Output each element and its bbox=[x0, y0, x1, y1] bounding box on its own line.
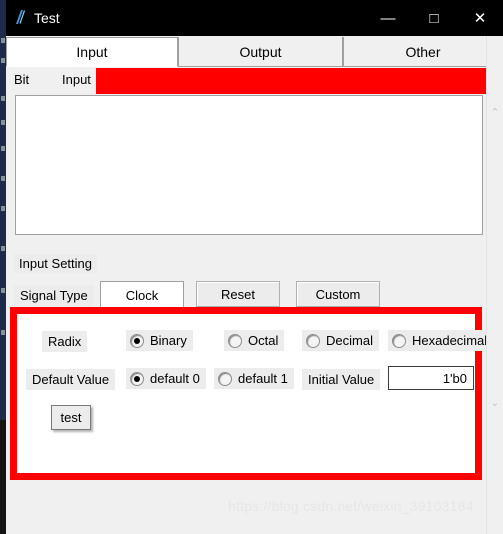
radio-radix-octal[interactable]: Octal bbox=[224, 330, 285, 351]
tab-bar: Input Output Other bbox=[6, 36, 503, 68]
initial-value-label: Initial Value bbox=[302, 369, 381, 390]
watermark-text: https://blog.csdn.net/weixin_39103184 bbox=[228, 498, 474, 514]
column-header-input: Input bbox=[62, 72, 91, 87]
background-icon bbox=[1, 206, 5, 211]
feather-icon bbox=[12, 9, 28, 27]
tab-other[interactable]: Other bbox=[343, 37, 503, 67]
radio-icon bbox=[130, 333, 144, 348]
background-icon bbox=[1, 58, 5, 63]
background-icon bbox=[1, 120, 5, 125]
radio-label: Binary bbox=[150, 333, 187, 348]
background-icon bbox=[1, 96, 5, 101]
signal-type-reset[interactable]: Reset bbox=[196, 281, 280, 307]
default-value-label: Default Value bbox=[26, 369, 116, 390]
tab-output[interactable]: Output bbox=[178, 37, 343, 67]
test-button[interactable]: test bbox=[51, 405, 91, 430]
radio-radix-decimal[interactable]: Decimal bbox=[302, 330, 379, 351]
signal-type-clock[interactable]: Clock bbox=[100, 281, 184, 308]
radio-default-1[interactable]: default 1 bbox=[214, 368, 294, 389]
background-icon bbox=[1, 330, 5, 335]
signal-type-label: Signal Type bbox=[14, 285, 94, 306]
radio-radix-hexadecimal[interactable]: Hexadecimal bbox=[388, 330, 494, 351]
background-icon bbox=[1, 246, 5, 251]
input-setting-title: Input Setting bbox=[14, 254, 97, 273]
input-tab-panel: Bit Input Input Setting Signal Type Cloc… bbox=[6, 68, 503, 534]
background-icon bbox=[1, 146, 5, 151]
background-icon bbox=[1, 38, 5, 43]
close-button[interactable]: ✕ bbox=[457, 0, 503, 36]
radio-icon bbox=[306, 333, 320, 348]
radio-default-0[interactable]: default 0 bbox=[126, 368, 206, 389]
background-icon bbox=[1, 288, 5, 293]
signal-type-custom[interactable]: Custom bbox=[296, 281, 380, 307]
radio-radix-binary[interactable]: Binary bbox=[126, 330, 193, 351]
radio-label: Hexadecimal bbox=[412, 333, 488, 348]
radio-icon bbox=[218, 371, 232, 386]
red-highlight-bar bbox=[96, 68, 503, 94]
vertical-scrollbar[interactable]: ⌃ ⌄ bbox=[486, 36, 503, 534]
window-title: Test bbox=[34, 10, 60, 26]
tab-input[interactable]: Input bbox=[6, 37, 178, 67]
background-icon bbox=[1, 176, 5, 181]
column-header-row: Bit Input bbox=[6, 68, 503, 94]
column-header-bit: Bit bbox=[14, 72, 30, 87]
scroll-down-icon[interactable]: ⌄ bbox=[487, 394, 503, 412]
maximize-button[interactable]: □ bbox=[411, 0, 457, 36]
radio-label: Decimal bbox=[326, 333, 373, 348]
scroll-up-icon[interactable]: ⌃ bbox=[487, 104, 503, 122]
radio-label: default 0 bbox=[150, 371, 200, 386]
radio-label: Octal bbox=[248, 333, 279, 348]
title-bar: Test — □ ✕ bbox=[6, 0, 503, 36]
signal-list-area[interactable] bbox=[15, 95, 483, 235]
minimize-button[interactable]: — bbox=[365, 0, 411, 36]
app-window: Test — □ ✕ Input Output Other Bit Input … bbox=[6, 0, 503, 534]
radio-icon bbox=[130, 371, 144, 386]
initial-value-input[interactable] bbox=[388, 366, 474, 390]
radix-label: Radix bbox=[42, 331, 88, 352]
radio-icon bbox=[228, 333, 242, 348]
radio-icon bbox=[392, 333, 406, 348]
radio-label: default 1 bbox=[238, 371, 288, 386]
